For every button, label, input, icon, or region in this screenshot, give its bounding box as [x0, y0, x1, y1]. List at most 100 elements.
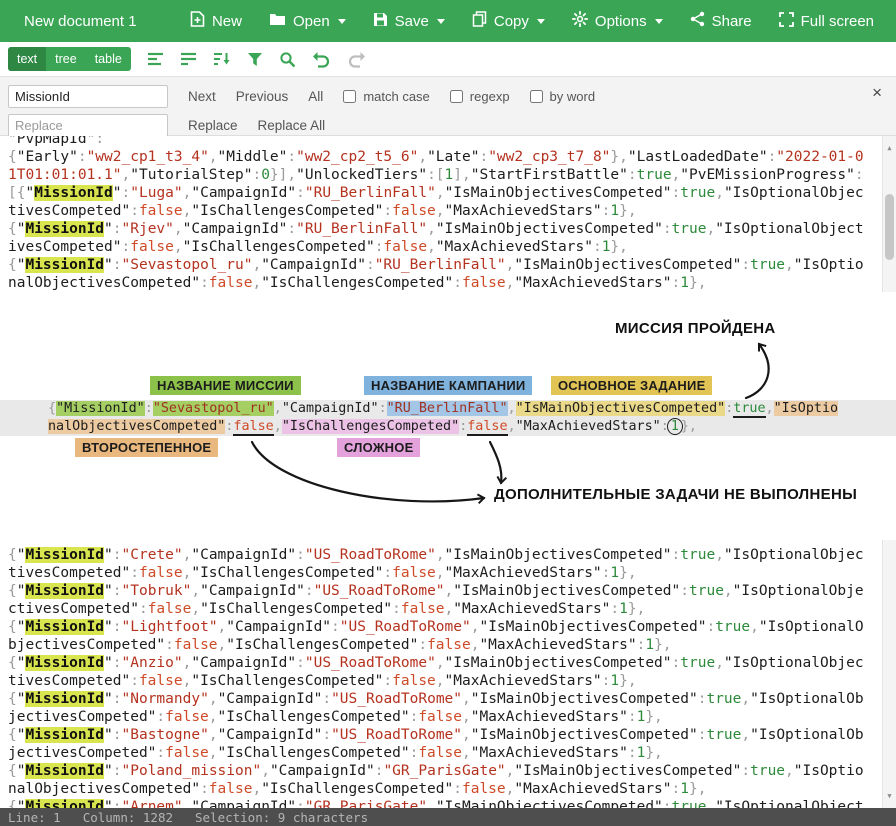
- format-button[interactable]: [147, 52, 164, 66]
- code-token: :: [628, 167, 637, 183]
- redo-button[interactable]: [347, 51, 366, 68]
- code-token: false: [174, 637, 218, 653]
- previous-button[interactable]: Previous: [236, 89, 289, 104]
- code-line[interactable]: tivesCompeted":false,"IsChallengesCompet…: [8, 202, 864, 220]
- annotated-json-line: {"MissionId":"Sevastopol_ru","CampaignId…: [0, 400, 896, 436]
- code-token: :: [383, 673, 392, 689]
- code-line[interactable]: 1T01:01:01.1","TutorialStep":0}],"Unlock…: [8, 166, 864, 184]
- code-line[interactable]: {"MissionId":"Normandy","CampaignId":"US…: [8, 690, 864, 708]
- code-line[interactable]: {"MissionId":"Sevastopol_ru","CampaignId…: [8, 256, 864, 274]
- next-button[interactable]: Next: [188, 89, 216, 104]
- find-input[interactable]: [8, 85, 168, 108]
- copy-button[interactable]: Copy: [472, 11, 545, 31]
- code-line[interactable]: nalObjectivesCompeted":false,"IsChalleng…: [8, 780, 864, 798]
- code-token: ,: [672, 167, 681, 183]
- match-case-checkbox[interactable]: [343, 90, 356, 103]
- by-word-checkbox[interactable]: [530, 90, 543, 103]
- share-button[interactable]: Share: [690, 11, 752, 31]
- document-title: New document 1: [24, 13, 137, 30]
- all-button[interactable]: All: [308, 89, 323, 104]
- code-line[interactable]: [{"MissionId":"Luga","CampaignId":"RU_Be…: [8, 184, 864, 202]
- code-line[interactable]: {"MissionId":"Tobruk","CampaignId":"US_R…: [8, 582, 864, 600]
- code-line[interactable]: {"MissionId":"Lightfoot","CampaignId":"U…: [8, 618, 864, 636]
- code-line[interactable]: tivesCompeted":false,"IsChallengesCompet…: [8, 672, 864, 690]
- sort-button[interactable]: [213, 51, 231, 67]
- search-button[interactable]: [279, 51, 296, 68]
- code-token: jectivesCompeted": [8, 709, 156, 725]
- code-token: :: [95, 136, 104, 147]
- new-document-icon: [190, 11, 205, 31]
- mode-table-button[interactable]: table: [86, 47, 131, 71]
- code-token: "ww2_cp1_t3_4": [87, 149, 209, 165]
- code-token: "CampaignId": [282, 401, 379, 416]
- code-line[interactable]: ivesCompeted":false,"IsChallengesCompete…: [8, 238, 864, 256]
- code-line[interactable]: "PvpMapId":: [8, 136, 864, 148]
- code-token: "Late": [427, 149, 479, 165]
- scrollbar-down-arrow-icon[interactable]: ▼: [883, 787, 896, 805]
- code-token: ": [104, 547, 113, 563]
- code-token: "US_RoadToRome": [331, 727, 462, 743]
- code-token: ,: [209, 149, 218, 165]
- compact-button[interactable]: [180, 52, 197, 66]
- code-token: "IsChallengesCompeted": [261, 781, 453, 797]
- replace-all-button[interactable]: Replace All: [258, 118, 326, 133]
- code-line[interactable]: jectivesCompeted":false,"IsChallengesCom…: [8, 708, 864, 726]
- code-line[interactable]: {"MissionId":"Anzio","CampaignId":"US_Ro…: [8, 654, 864, 672]
- code-line[interactable]: {"MissionId":"Bastogne","CampaignId":"US…: [8, 726, 864, 744]
- code-line[interactable]: {"MissionId":"Rjev","CampaignId":"RU_Ber…: [8, 220, 864, 238]
- code-token: "IsOptionalObjec: [724, 547, 864, 563]
- code-line[interactable]: ctivesCompeted":false,"IsChallengesCompe…: [8, 600, 864, 618]
- code-token: 1: [619, 601, 628, 617]
- code-token: :: [113, 691, 122, 707]
- code-token: :: [628, 709, 637, 725]
- code-token: :: [383, 203, 392, 219]
- code-token: "UnlockedTiers": [296, 167, 427, 183]
- campaign-name-label: НАЗВАНИЕ КАМПАНИИ: [364, 376, 532, 395]
- undo-button[interactable]: [312, 51, 331, 68]
- code-line[interactable]: nalObjectivesCompeted":false,"IsChalleng…: [8, 274, 864, 292]
- code-token: bjectivesCompeted": [8, 637, 165, 653]
- code-token: ],: [453, 167, 470, 183]
- code-line[interactable]: {"MissionId":"Poland_mission","CampaignI…: [8, 762, 864, 780]
- save-button[interactable]: Save: [373, 12, 445, 31]
- replace-input[interactable]: [8, 114, 168, 137]
- code-token: true: [733, 401, 765, 418]
- code-line[interactable]: {"Early":"ww2_cp1_t3_4","Middle":"ww2_cp…: [8, 148, 864, 166]
- mode-text-button[interactable]: text: [8, 47, 46, 71]
- filter-button[interactable]: [247, 52, 263, 67]
- code-token: "CampaignId": [191, 655, 296, 671]
- fullscreen-button[interactable]: Full screen: [779, 12, 874, 31]
- code-token: "IsMainObjectivesCompeted": [436, 221, 663, 237]
- code-token: :: [322, 727, 331, 743]
- fullscreen-icon: [779, 12, 794, 31]
- code-token: :: [418, 637, 427, 653]
- options-button[interactable]: Options: [572, 11, 663, 31]
- code-token: :: [113, 547, 122, 563]
- regexp-checkbox[interactable]: [450, 90, 463, 103]
- code-token: "StartFirstBattle": [471, 167, 628, 183]
- code-line[interactable]: bjectivesCompeted":false,"IsChallengesCo…: [8, 636, 864, 654]
- code-token: true: [680, 655, 715, 671]
- code-token: ,: [252, 781, 261, 797]
- new-button[interactable]: New: [190, 11, 242, 31]
- scrollbar-thumb[interactable]: [885, 194, 894, 260]
- toolbar-icon-group: [147, 51, 366, 68]
- mission-passed-label: МИССИЯ ПРОЙДЕНА: [615, 320, 776, 337]
- code-line[interactable]: {"MissionId":"Crete","CampaignId":"US_Ro…: [8, 546, 864, 564]
- replace-button[interactable]: Replace: [188, 118, 238, 133]
- open-button[interactable]: Open: [269, 12, 346, 30]
- code-line[interactable]: jectivesCompeted":false,"IsChallengesCom…: [8, 744, 864, 762]
- code-token: ,: [427, 239, 436, 255]
- code-token: nalObjectivesCompeted": [48, 419, 225, 434]
- code-token: false: [462, 781, 506, 797]
- code-token: ": [104, 763, 113, 779]
- code-line[interactable]: tivesCompeted":false,"IsChallengesCompet…: [8, 564, 864, 582]
- mode-tree-button[interactable]: tree: [46, 47, 86, 71]
- dropdown-caret-icon: [338, 19, 346, 24]
- code-token: ,: [715, 185, 724, 201]
- close-find-button[interactable]: ×: [868, 83, 886, 103]
- code-token: false: [148, 601, 192, 617]
- code-line[interactable]: {"MissionId":"Arnem","CampaignId":"GR_Pa…: [8, 798, 864, 808]
- scrollbar-up-arrow-icon[interactable]: ▲: [883, 139, 896, 157]
- code-token: ": [113, 185, 122, 201]
